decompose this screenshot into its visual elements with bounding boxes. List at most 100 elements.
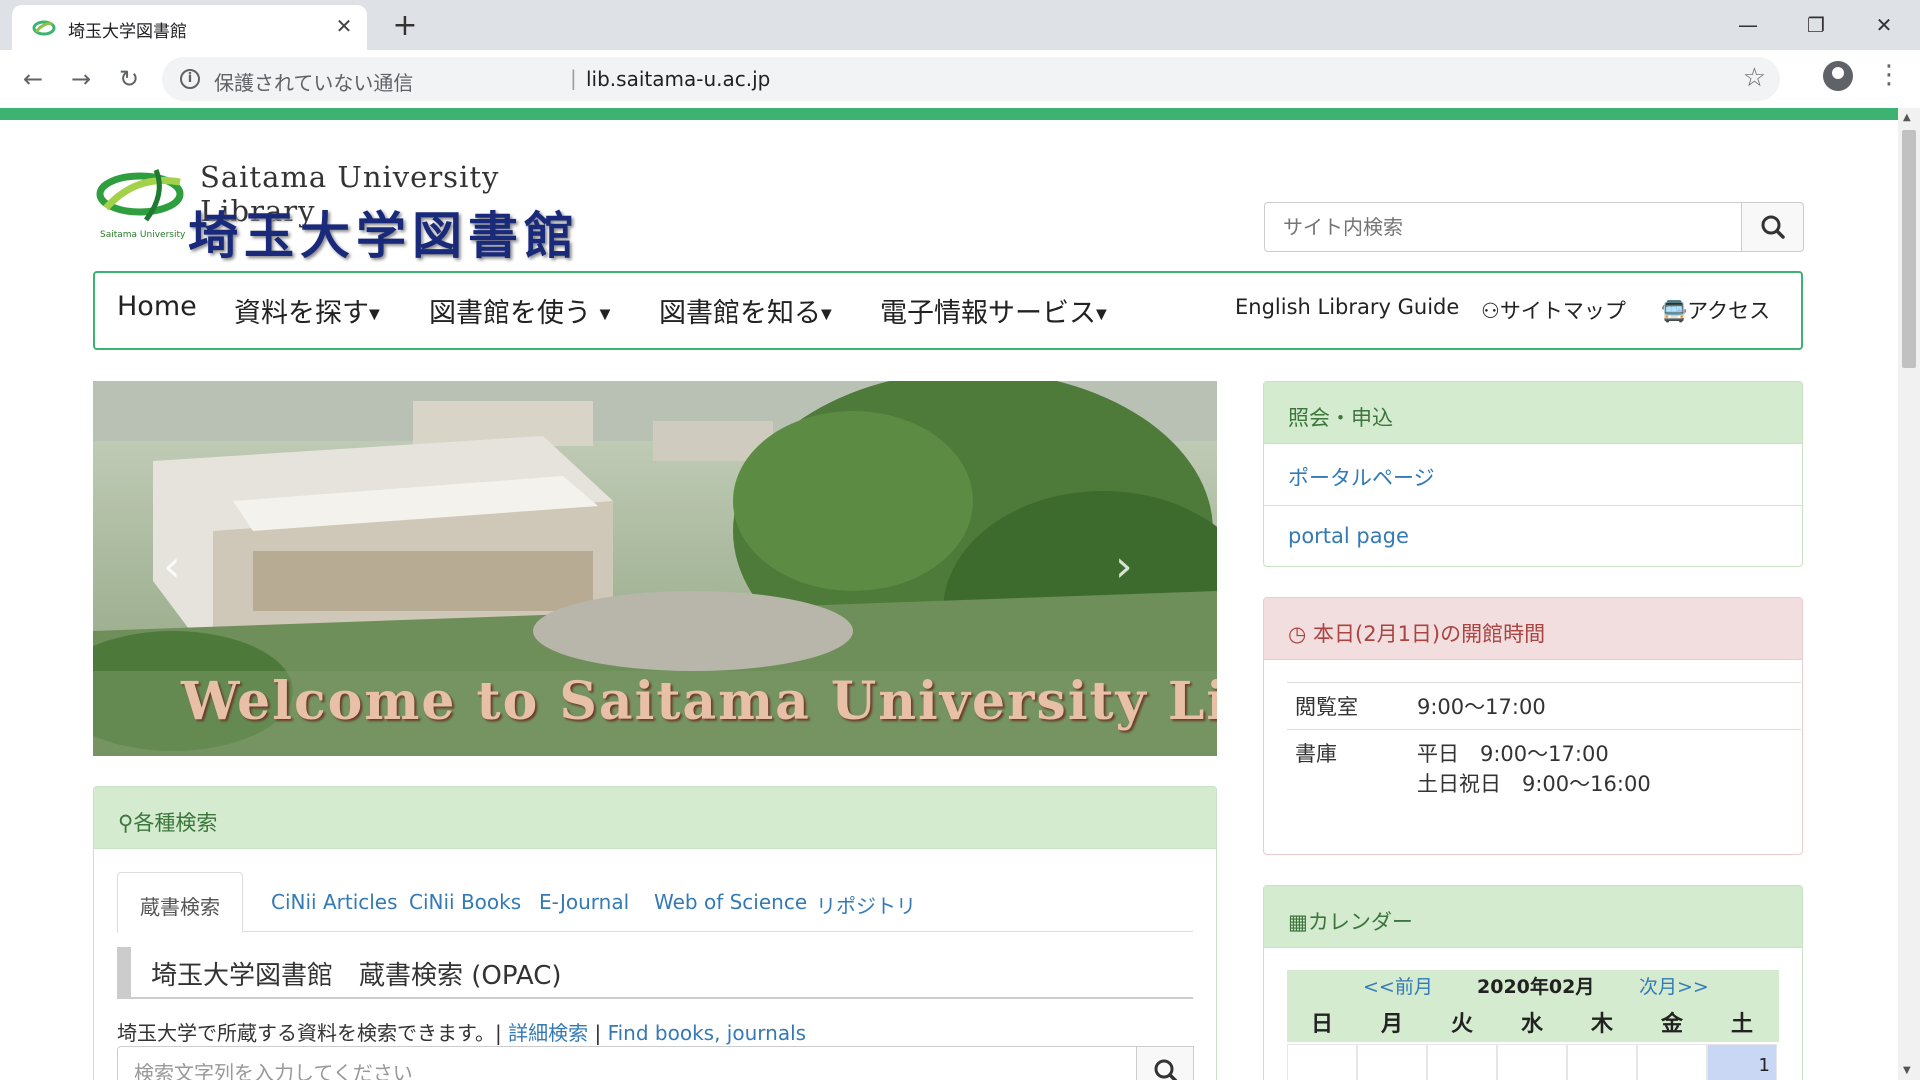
window-close-icon[interactable]: ✕ (1856, 5, 1912, 45)
scroll-up-icon[interactable]: ▲ (1903, 112, 1911, 123)
search-tabs: 蔵書検索 CiNii Articles CiNii Books E-Journa… (117, 872, 1193, 933)
hours-label: 閲覧室 (1295, 695, 1358, 719)
browser-toolbar: ← → ↻ i 保護されていない通信 | lib.saitama-u.ac.jp… (0, 50, 1920, 108)
search-icon: ⚲ (118, 811, 134, 835)
opac-search-button[interactable] (1136, 1046, 1194, 1080)
calendar-month: 2020年02月 (1477, 976, 1595, 998)
nav-e-services[interactable]: 電子情報サービス▼ (880, 291, 1107, 330)
inquiry-heading: 照会・申込 (1264, 382, 1802, 444)
weekday-mon: 月 (1380, 1012, 1403, 1037)
address-bar[interactable]: i 保護されていない通信 | lib.saitama-u.ac.jp ☆ (162, 57, 1780, 101)
portal-link-en[interactable]: portal page (1264, 506, 1802, 566)
sitemap-icon: ⚇ (1481, 299, 1500, 323)
calendar-panel: ▦カレンダー <<前月 2020年02月 次月>> 日 月 火 水 木 金 土 … (1263, 885, 1803, 1080)
portal-link-ja[interactable]: ポータルページ (1264, 444, 1802, 506)
calendar-nav: <<前月 2020年02月 次月>> (1287, 970, 1779, 1000)
caret-down-icon: ▼ (599, 306, 611, 323)
site-logo[interactable]: Saitama University Saitama University Li… (96, 148, 596, 265)
nav-use-library[interactable]: 図書館を使う ▼ (429, 291, 610, 330)
close-icon[interactable]: ✕ (331, 13, 357, 39)
opac-title: 埼玉大学図書館 蔵書検索 (OPAC) (117, 947, 1193, 999)
logo-small-text: Saitama University (100, 230, 186, 240)
nav-know-library[interactable]: 図書館を知る▼ (659, 291, 832, 330)
calendar-prev-link[interactable]: <<前月 (1363, 972, 1433, 999)
nav-access[interactable]: 🚍アクセス (1661, 295, 1770, 325)
browser-tab[interactable]: 埼玉大学図書館 ✕ (12, 5, 367, 50)
calendar-day-cell (1287, 1044, 1357, 1080)
caret-down-icon: ▼ (821, 306, 832, 323)
find-books-link[interactable]: Find books, journals (608, 1021, 806, 1045)
inquiry-panel: 照会・申込 ポータルページ portal page (1263, 381, 1803, 567)
url-text[interactable]: lib.saitama-u.ac.jp (586, 67, 770, 91)
tab-opac[interactable]: 蔵書検索 (117, 872, 243, 933)
restore-icon[interactable]: ❐ (1788, 5, 1844, 45)
account-icon[interactable] (1823, 61, 1853, 91)
nav-know-label: 図書館を知る (659, 298, 821, 329)
menu-icon[interactable]: ⋮ (1876, 58, 1902, 92)
caret-down-icon: ▼ (369, 306, 380, 323)
info-icon[interactable]: i (180, 69, 200, 89)
carousel-next-icon[interactable]: › (1115, 541, 1133, 592)
logo-mark-icon (96, 169, 184, 222)
forward-icon[interactable]: → (64, 62, 98, 96)
site-search (1264, 202, 1804, 252)
caret-down-icon: ▼ (1096, 306, 1107, 323)
carousel-caption: Welcome to Saitama University Library (181, 671, 1217, 732)
page-scrollbar[interactable]: ▲ ▼ (1898, 108, 1920, 1080)
hours-value: 9:00〜17:00 (1417, 695, 1546, 719)
weekday-fri: 金 (1660, 1012, 1683, 1037)
scroll-down-icon[interactable]: ▼ (1903, 1065, 1911, 1076)
calendar-day-cell (1427, 1044, 1497, 1080)
site-search-input[interactable] (1264, 202, 1742, 252)
hours-heading: ◷ 本日(2月1日)の開館時間 (1264, 598, 1802, 660)
nav-sitemap[interactable]: ⚇サイトマップ (1481, 295, 1626, 325)
calendar-next-link[interactable]: 次月>> (1639, 972, 1709, 999)
favicon-icon (32, 20, 56, 36)
search-icon (1154, 1059, 1178, 1080)
tab-repository[interactable]: リポジトリ (794, 872, 938, 933)
nav-home-label: Home (117, 291, 197, 322)
weekday-wed: 水 (1520, 1012, 1543, 1037)
hours-table: 閲覧室 9:00〜17:00 書庫 平日 9:00〜17:00 土日祝日 9:0… (1287, 682, 1801, 806)
plus-icon[interactable]: + (388, 10, 422, 44)
calendar-day-cell (1637, 1044, 1707, 1080)
site-search-button[interactable] (1741, 202, 1804, 252)
reload-icon[interactable]: ↻ (112, 62, 146, 96)
opac-search-input[interactable]: 検索文字列を入力してください (117, 1046, 1137, 1080)
opac-desc-text: 埼玉大学で所蔵する資料を検索できます。| (117, 1021, 502, 1045)
nav-eservice-label: 電子情報サービス (880, 298, 1096, 329)
nav-home[interactable]: Home (117, 291, 197, 322)
hero-carousel[interactable]: ‹ › Welcome to Saitama University Librar… (93, 381, 1217, 756)
back-icon[interactable]: ← (16, 62, 50, 96)
tab-title: 埼玉大学図書館 (68, 22, 187, 42)
calendar-day-cell[interactable]: 1 (1707, 1044, 1777, 1080)
day-number: 1 (1758, 1055, 1770, 1076)
calendar-heading: ▦カレンダー (1264, 886, 1802, 948)
hours-value: 平日 9:00〜17:00 (1417, 742, 1609, 766)
weekday-sun: 日 (1310, 1012, 1333, 1037)
nav-use-label: 図書館を使う (429, 298, 591, 329)
hours-panel: ◷ 本日(2月1日)の開館時間 閲覧室 9:00〜17:00 書庫 平日 9:0… (1263, 597, 1803, 855)
scroll-thumb[interactable] (1902, 130, 1916, 368)
hours-value: 土日祝日 9:00〜16:00 (1417, 772, 1651, 796)
calendar-title: カレンダー (1307, 910, 1413, 934)
calendar-week-row: 1 (1287, 1044, 1779, 1080)
calendar-icon: ▦ (1288, 910, 1308, 934)
search-icon (1761, 215, 1785, 239)
calendar-weekdays: 日 月 火 水 木 金 土 (1287, 1000, 1779, 1042)
minimize-icon[interactable]: — (1720, 5, 1776, 45)
star-icon[interactable]: ☆ (1743, 63, 1766, 93)
url-separator: | (570, 66, 577, 90)
weekday-thu: 木 (1590, 1012, 1613, 1037)
clock-icon: ◷ (1288, 622, 1307, 646)
browser-tabstrip: 埼玉大学図書館 ✕ + — ❐ ✕ (0, 0, 1920, 50)
calendar-day-cell (1497, 1044, 1567, 1080)
advanced-search-link[interactable]: 詳細検索 (508, 1021, 588, 1045)
carousel-prev-icon[interactable]: ‹ (163, 541, 181, 592)
nav-english-guide[interactable]: English Library Guide (1235, 295, 1459, 319)
weekday-tue: 火 (1450, 1012, 1473, 1037)
hours-row-stacks: 書庫 平日 9:00〜17:00 土日祝日 9:00〜16:00 (1287, 729, 1801, 806)
calendar-day-cell (1357, 1044, 1427, 1080)
nav-find-materials[interactable]: 資料を探す▼ (234, 291, 380, 330)
security-text: 保護されていない通信 (214, 71, 414, 95)
